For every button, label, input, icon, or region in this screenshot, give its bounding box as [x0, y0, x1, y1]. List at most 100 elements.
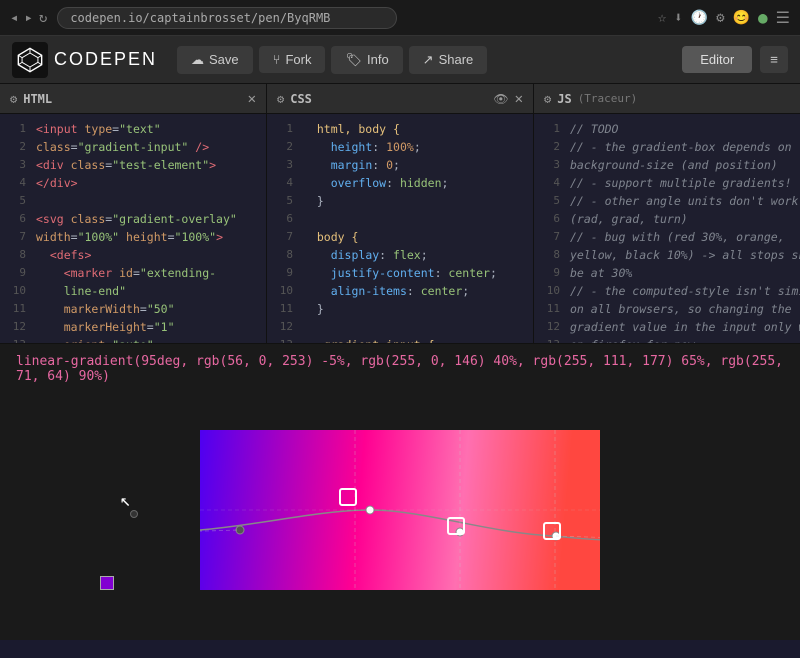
- nav-icons: ◂ ▸ ↻: [10, 10, 47, 26]
- code-line: 7width="100%" height="100%">: [0, 228, 266, 246]
- code-line: 2// - the gradient-box depends on: [534, 138, 800, 156]
- code-panels: ⚙ HTML ✕ 1<input type="text" 2class="gra…: [0, 84, 800, 344]
- fork-icon: ⑂: [273, 52, 281, 67]
- gradient-workspace: ↖: [100, 400, 700, 620]
- css-gear-icon[interactable]: ⚙: [277, 92, 284, 106]
- code-line: 12gradient value in the input only wo...: [534, 318, 800, 336]
- js-code-area[interactable]: 1// TODO 2// - the gradient-box depends …: [534, 114, 800, 343]
- menu-icon[interactable]: ☰: [776, 8, 790, 27]
- history-icon[interactable]: 🕐: [691, 10, 708, 26]
- code-line: 10 line-end": [0, 282, 266, 300]
- code-line: 3 margin: 0;: [267, 156, 533, 174]
- css-code-area[interactable]: 1 html, body { 2 height: 100%; 3 margin:…: [267, 114, 533, 343]
- code-line: 6<svg class="gradient-overlay": [0, 210, 266, 228]
- js-lang-label: JS: [557, 92, 571, 106]
- save-button[interactable]: ☁ Save: [177, 46, 253, 74]
- code-line: 9 <marker id="extending-: [0, 264, 266, 282]
- gradient-stop-handle-1[interactable]: [339, 488, 357, 506]
- js-subtitle: (Traceur): [578, 92, 638, 105]
- code-line: 8 display: flex;: [267, 246, 533, 264]
- cursor-arrow-icon: ↖: [120, 490, 131, 511]
- settings-icon[interactable]: ⚙: [716, 10, 724, 26]
- user-icon[interactable]: 😊: [733, 10, 750, 26]
- code-line: 9be at 30%: [534, 264, 800, 282]
- code-line: 5: [0, 192, 266, 210]
- bookmark-icon[interactable]: ☆: [658, 10, 666, 26]
- css-panel-title: ⚙ CSS: [277, 92, 312, 106]
- css-lang-label: CSS: [290, 92, 312, 106]
- nav-forward-icon[interactable]: ▸: [24, 10, 32, 26]
- css-close-icon[interactable]: ✕: [515, 91, 523, 107]
- info-button[interactable]: 🏷 Info: [331, 46, 402, 74]
- code-line: 7 body {: [267, 228, 533, 246]
- gradient-stop-handle-3[interactable]: [543, 522, 561, 540]
- share-icon: ↗: [423, 52, 434, 68]
- code-line: 4</div>: [0, 174, 266, 192]
- editor-tab-area: Editor ≡: [682, 46, 788, 73]
- nav-refresh-icon[interactable]: ↻: [39, 10, 47, 26]
- gradient-preview[interactable]: [200, 430, 600, 590]
- share-button[interactable]: ↗ Share: [409, 46, 488, 74]
- code-line: 12: [267, 318, 533, 336]
- logo-text: CODEPEN: [54, 49, 157, 70]
- code-line: 9 justify-content: center;: [267, 264, 533, 282]
- browser-top-bar: ◂ ▸ ↻ codepen.io/captainbrosset/pen/ByqR…: [0, 0, 800, 36]
- fork-button[interactable]: ⑂ Fork: [259, 46, 326, 73]
- code-line: 5 }: [267, 192, 533, 210]
- html-close-icon[interactable]: ✕: [248, 91, 256, 107]
- code-line: 1 html, body {: [267, 120, 533, 138]
- html-panel-header: ⚙ HTML ✕: [0, 84, 266, 114]
- code-line: 8yellow, black 10%) -> all stops sho...: [534, 246, 800, 264]
- info-icon: 🏷: [345, 52, 362, 68]
- css-panel-header: ⚙ CSS 👁 ✕: [267, 84, 533, 114]
- codepen-svg-logo: [16, 46, 44, 74]
- profile-icon[interactable]: ●: [758, 8, 768, 27]
- code-line: 1<input type="text": [0, 120, 266, 138]
- code-line: 2class="gradient-input" />: [0, 138, 266, 156]
- color-stop-indicator[interactable]: [100, 576, 114, 590]
- code-line: 13 .gradient-input {: [267, 336, 533, 343]
- code-line: 11on all browsers, so changing the: [534, 300, 800, 318]
- css-eye-icon[interactable]: 👁: [493, 92, 508, 106]
- js-gear-icon[interactable]: ⚙: [544, 92, 551, 106]
- code-line: 6(rad, grad, turn): [534, 210, 800, 228]
- editor-menu-button[interactable]: ≡: [760, 46, 788, 73]
- download-icon[interactable]: ⬇: [674, 10, 682, 26]
- js-panel-title: ⚙ JS (Traceur): [544, 92, 637, 106]
- js-panel-header: ⚙ JS (Traceur): [534, 84, 800, 114]
- css-panel-actions: 👁 ✕: [493, 91, 523, 107]
- cursor-dot: [130, 510, 138, 518]
- code-line: 10 align-items: center;: [267, 282, 533, 300]
- html-lang-label: HTML: [23, 92, 52, 106]
- code-line: 7// - bug with (red 30%, orange,: [534, 228, 800, 246]
- css-panel: ⚙ CSS 👁 ✕ 1 html, body { 2 height: 100%;…: [267, 84, 534, 343]
- html-gear-icon[interactable]: ⚙: [10, 92, 17, 106]
- gradient-label: linear-gradient(95deg, rgb(56, 0, 253) -…: [0, 344, 800, 390]
- gradient-area: linear-gradient(95deg, rgb(56, 0, 253) -…: [0, 344, 800, 640]
- code-line: 6: [267, 210, 533, 228]
- code-line: 4// - support multiple gradients!: [534, 174, 800, 192]
- code-line: 10// - the computed-style isn't simi...: [534, 282, 800, 300]
- codepen-toolbar: CODEPEN ☁ Save ⑂ Fork 🏷 Info ↗ Share Edi…: [0, 36, 800, 84]
- code-line: 3background-size (and position): [534, 156, 800, 174]
- gradient-stop-handle-2[interactable]: [447, 517, 465, 535]
- code-line: 4 overflow: hidden;: [267, 174, 533, 192]
- code-line: 1// TODO: [534, 120, 800, 138]
- html-panel-title: ⚙ HTML: [10, 92, 52, 106]
- code-line: 3<div class="test-element">: [0, 156, 266, 174]
- code-line: 8 <defs>: [0, 246, 266, 264]
- editor-tab-button[interactable]: Editor: [682, 46, 752, 73]
- logo-icon: [12, 42, 48, 78]
- nav-back-icon[interactable]: ◂: [10, 10, 18, 26]
- html-panel: ⚙ HTML ✕ 1<input type="text" 2class="gra…: [0, 84, 267, 343]
- gradient-canvas[interactable]: ↖: [0, 390, 800, 640]
- url-bar[interactable]: codepen.io/captainbrosset/pen/ByqRMB: [57, 7, 397, 29]
- code-line: 13on firefox for now.: [534, 336, 800, 343]
- code-line: 11 markerWidth="50": [0, 300, 266, 318]
- gradient-rect: [200, 430, 600, 590]
- code-line: 5// - other angle units don't work: [534, 192, 800, 210]
- browser-actions: ☆ ⬇ 🕐 ⚙ 😊 ● ☰: [658, 8, 790, 27]
- save-cloud-icon: ☁: [191, 52, 204, 68]
- code-line: 13 orient="auto": [0, 336, 266, 343]
- html-code-area[interactable]: 1<input type="text" 2class="gradient-inp…: [0, 114, 266, 343]
